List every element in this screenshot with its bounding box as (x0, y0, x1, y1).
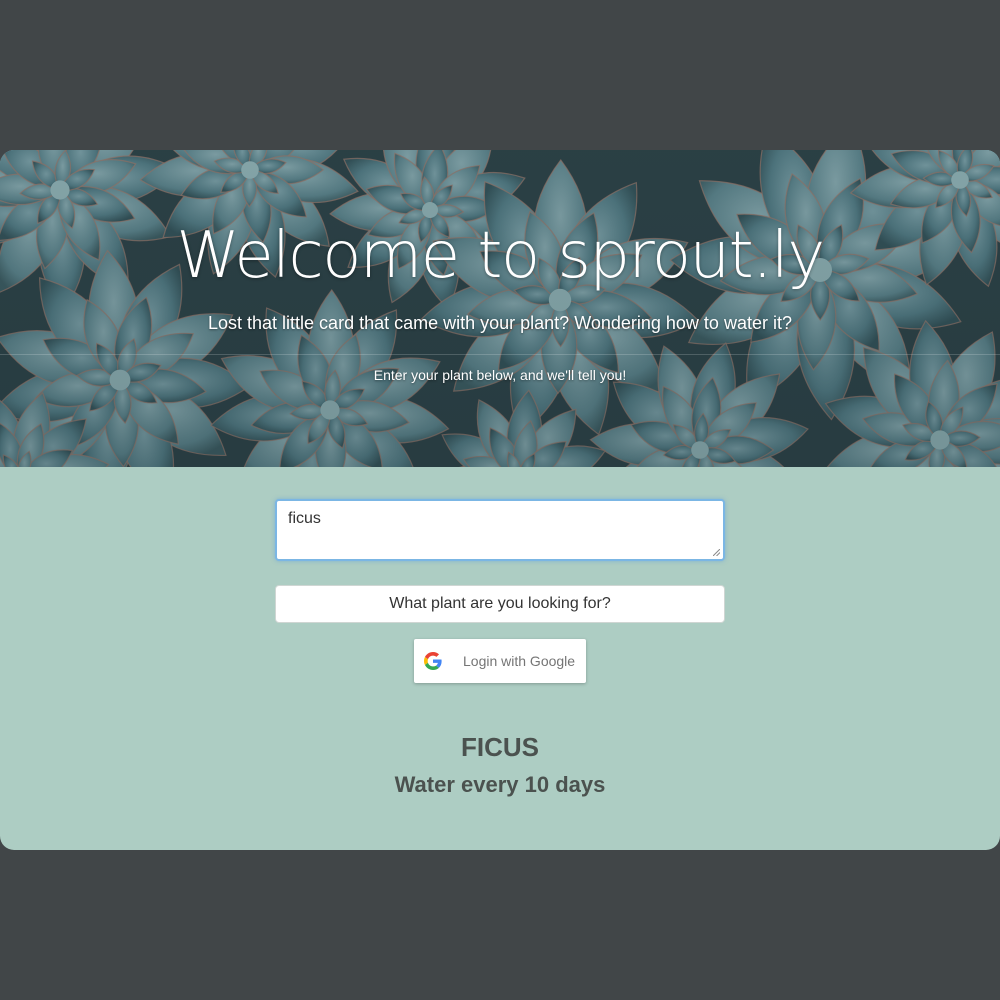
hero-hint: Enter your plant below, and we'll tell y… (373, 367, 627, 383)
result-watering-instructions: Water every 10 days (394, 772, 606, 797)
login-with-google-label: Login with Google (463, 653, 576, 669)
hero-subtitle: Lost that little card that came with you… (208, 313, 792, 333)
hero-banner: Welcome to sprout.ly Lost that little ca… (0, 150, 1000, 467)
plant-search-input-value: ficus (288, 510, 321, 527)
plant-search-input[interactable]: ficus (275, 499, 725, 561)
succulent-background-image (0, 150, 1000, 467)
search-plant-button[interactable]: What plant are you looking for? (275, 585, 725, 623)
main-card: Welcome to sprout.ly Lost that little ca… (0, 150, 1000, 850)
page-title: Welcome to sprout.ly (176, 219, 825, 293)
google-g-icon (424, 652, 442, 670)
resize-grip-icon[interactable] (713, 549, 720, 556)
hero-divider (0, 354, 1000, 355)
login-with-google-button[interactable]: Login with Google (414, 639, 586, 683)
result-plant-name: FICUS (461, 732, 539, 762)
